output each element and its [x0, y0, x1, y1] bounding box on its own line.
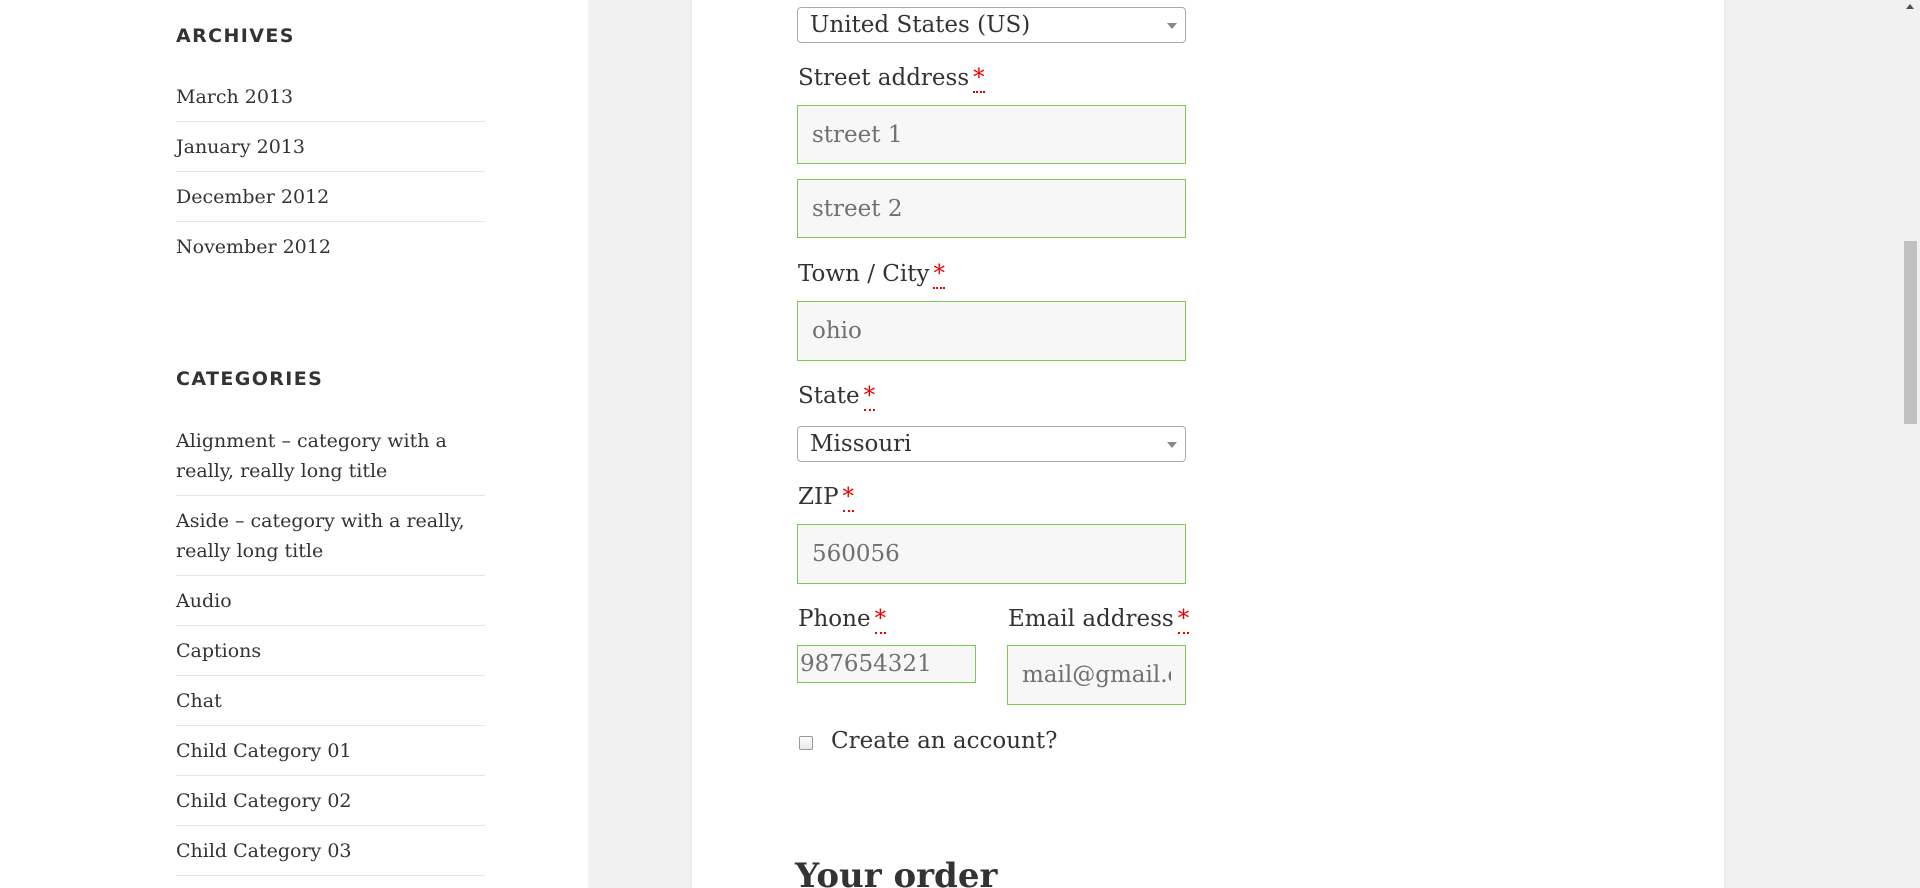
create-account-checkbox[interactable]: [799, 736, 813, 750]
archive-item[interactable]: November 2012: [176, 222, 485, 271]
street-address-2-input[interactable]: [797, 179, 1186, 238]
state-label-text: State: [798, 383, 860, 409]
archive-link[interactable]: December 2012: [176, 186, 329, 208]
state-select[interactable]: Missouri: [797, 426, 1186, 462]
street-address-label-text: Street address: [798, 65, 970, 91]
email-label-text: Email address: [1008, 606, 1174, 632]
required-marker: *: [874, 606, 887, 634]
archive-item[interactable]: December 2012: [176, 172, 485, 222]
phone-input[interactable]: [797, 645, 976, 683]
zip-input[interactable]: [797, 524, 1186, 584]
city-label: Town / City *: [798, 261, 945, 289]
category-link[interactable]: Chat: [176, 690, 222, 712]
category-link[interactable]: Audio: [176, 590, 232, 612]
archive-item[interactable]: January 2013: [176, 122, 485, 172]
scroll-up-arrow-icon[interactable]: [1906, 4, 1914, 9]
city-label-text: Town / City: [798, 261, 930, 287]
category-link[interactable]: Child Category 01: [176, 740, 352, 762]
street-address-label: Street address *: [798, 65, 985, 93]
scrollbar-thumb[interactable]: [1904, 241, 1917, 424]
required-marker: *: [933, 261, 945, 289]
category-item[interactable]: Child Category 01: [176, 726, 485, 776]
archive-link[interactable]: March 2013: [176, 86, 293, 108]
required-marker: *: [863, 383, 876, 411]
archive-link[interactable]: November 2012: [176, 236, 331, 258]
required-marker: *: [1177, 606, 1190, 634]
category-link[interactable]: Child Category 03: [176, 840, 352, 862]
category-item[interactable]: Audio: [176, 576, 485, 626]
category-link[interactable]: Child Category 02: [176, 790, 352, 812]
state-label: State *: [798, 383, 876, 411]
category-item[interactable]: Aside – category with a really, really l…: [176, 496, 485, 576]
phone-label: Phone *: [798, 606, 887, 634]
category-item[interactable]: Child Category 03: [176, 826, 485, 876]
sidebar: ARCHIVES March 2013 January 2013 Decembe…: [0, 0, 588, 888]
scrollbar[interactable]: [1901, 0, 1920, 888]
required-marker: *: [842, 484, 855, 512]
category-item[interactable]: Child Category 02: [176, 776, 485, 826]
archive-item[interactable]: March 2013: [176, 82, 485, 122]
email-input[interactable]: [1007, 645, 1186, 705]
zip-label-text: ZIP: [798, 484, 839, 510]
checkout-content: United States (US) Street address* Town …: [692, 0, 1724, 888]
archive-link[interactable]: January 2013: [176, 136, 305, 158]
state-select-value: Missouri: [810, 431, 912, 457]
required-marker: *: [973, 65, 985, 93]
categories-list: Alignment – category with a really, real…: [176, 426, 485, 876]
category-link[interactable]: Aside – category with a really, really l…: [176, 510, 465, 562]
email-label: Email address *: [1008, 606, 1190, 634]
city-input[interactable]: [797, 301, 1186, 361]
zip-label: ZIP *: [798, 484, 855, 512]
categories-widget-title: CATEGORIES: [176, 368, 324, 390]
category-link[interactable]: Captions: [176, 640, 261, 662]
street-address-1-input[interactable]: [797, 105, 1186, 164]
category-item[interactable]: Alignment – category with a really, real…: [176, 426, 485, 496]
category-link[interactable]: Alignment – category with a really, real…: [176, 430, 447, 482]
category-item[interactable]: Captions: [176, 626, 485, 676]
archives-widget-title: ARCHIVES: [176, 25, 295, 47]
create-account-label[interactable]: Create an account?: [831, 728, 1057, 754]
chevron-down-icon: [1167, 442, 1177, 448]
phone-label-text: Phone: [798, 606, 871, 632]
country-select[interactable]: United States (US): [797, 7, 1186, 43]
order-heading: Your order: [795, 856, 998, 888]
archives-list: March 2013 January 2013 December 2012 No…: [176, 82, 485, 271]
country-select-value: United States (US): [810, 12, 1031, 38]
category-item[interactable]: Chat: [176, 676, 485, 726]
chevron-down-icon: [1167, 23, 1177, 29]
